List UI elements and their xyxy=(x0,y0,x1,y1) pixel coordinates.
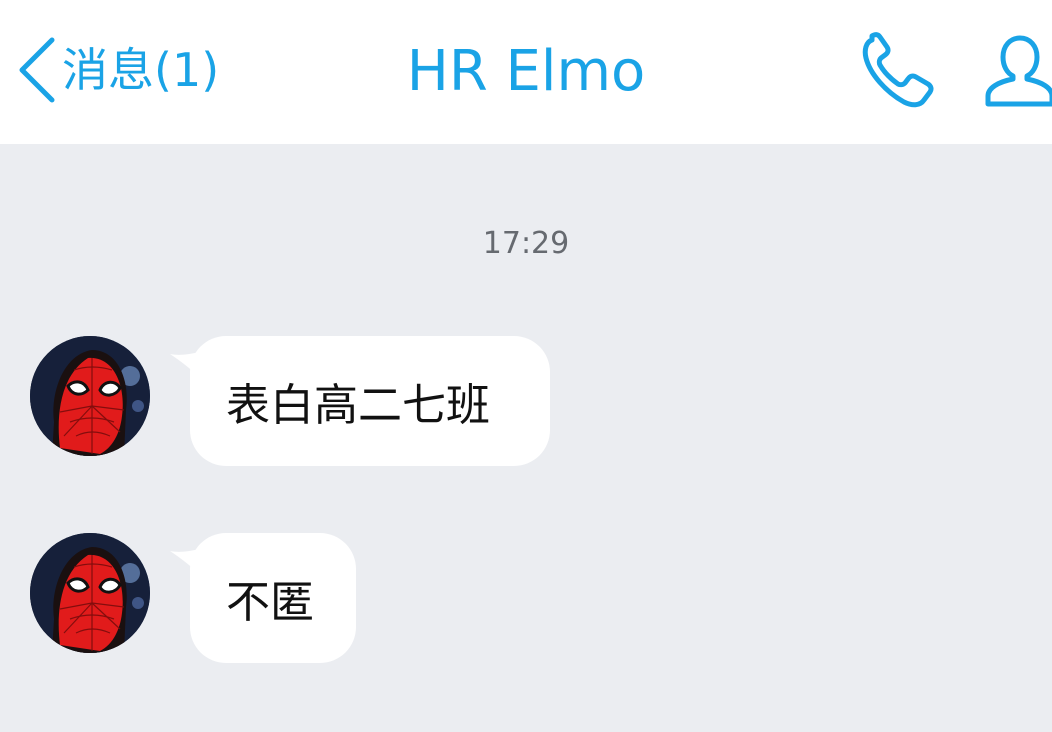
avatar[interactable] xyxy=(30,336,150,456)
spiderman-avatar-icon xyxy=(30,533,150,653)
profile-button[interactable] xyxy=(980,32,1052,112)
message-text: 表白高二七班 xyxy=(226,380,490,431)
avatar[interactable] xyxy=(30,533,150,653)
message-text: 不匿 xyxy=(226,577,314,628)
user-profile-icon xyxy=(985,35,1052,107)
message-timestamp: 17:29 xyxy=(482,226,570,261)
nav-bar: 消息(1) HR Elmo xyxy=(0,0,1052,144)
call-button[interactable] xyxy=(858,32,938,112)
message-bubble[interactable]: 不匿 xyxy=(190,533,356,663)
phone-icon xyxy=(862,32,934,108)
message-bubble[interactable]: 表白高二七班 xyxy=(190,336,550,466)
spiderman-avatar-icon xyxy=(30,336,150,456)
